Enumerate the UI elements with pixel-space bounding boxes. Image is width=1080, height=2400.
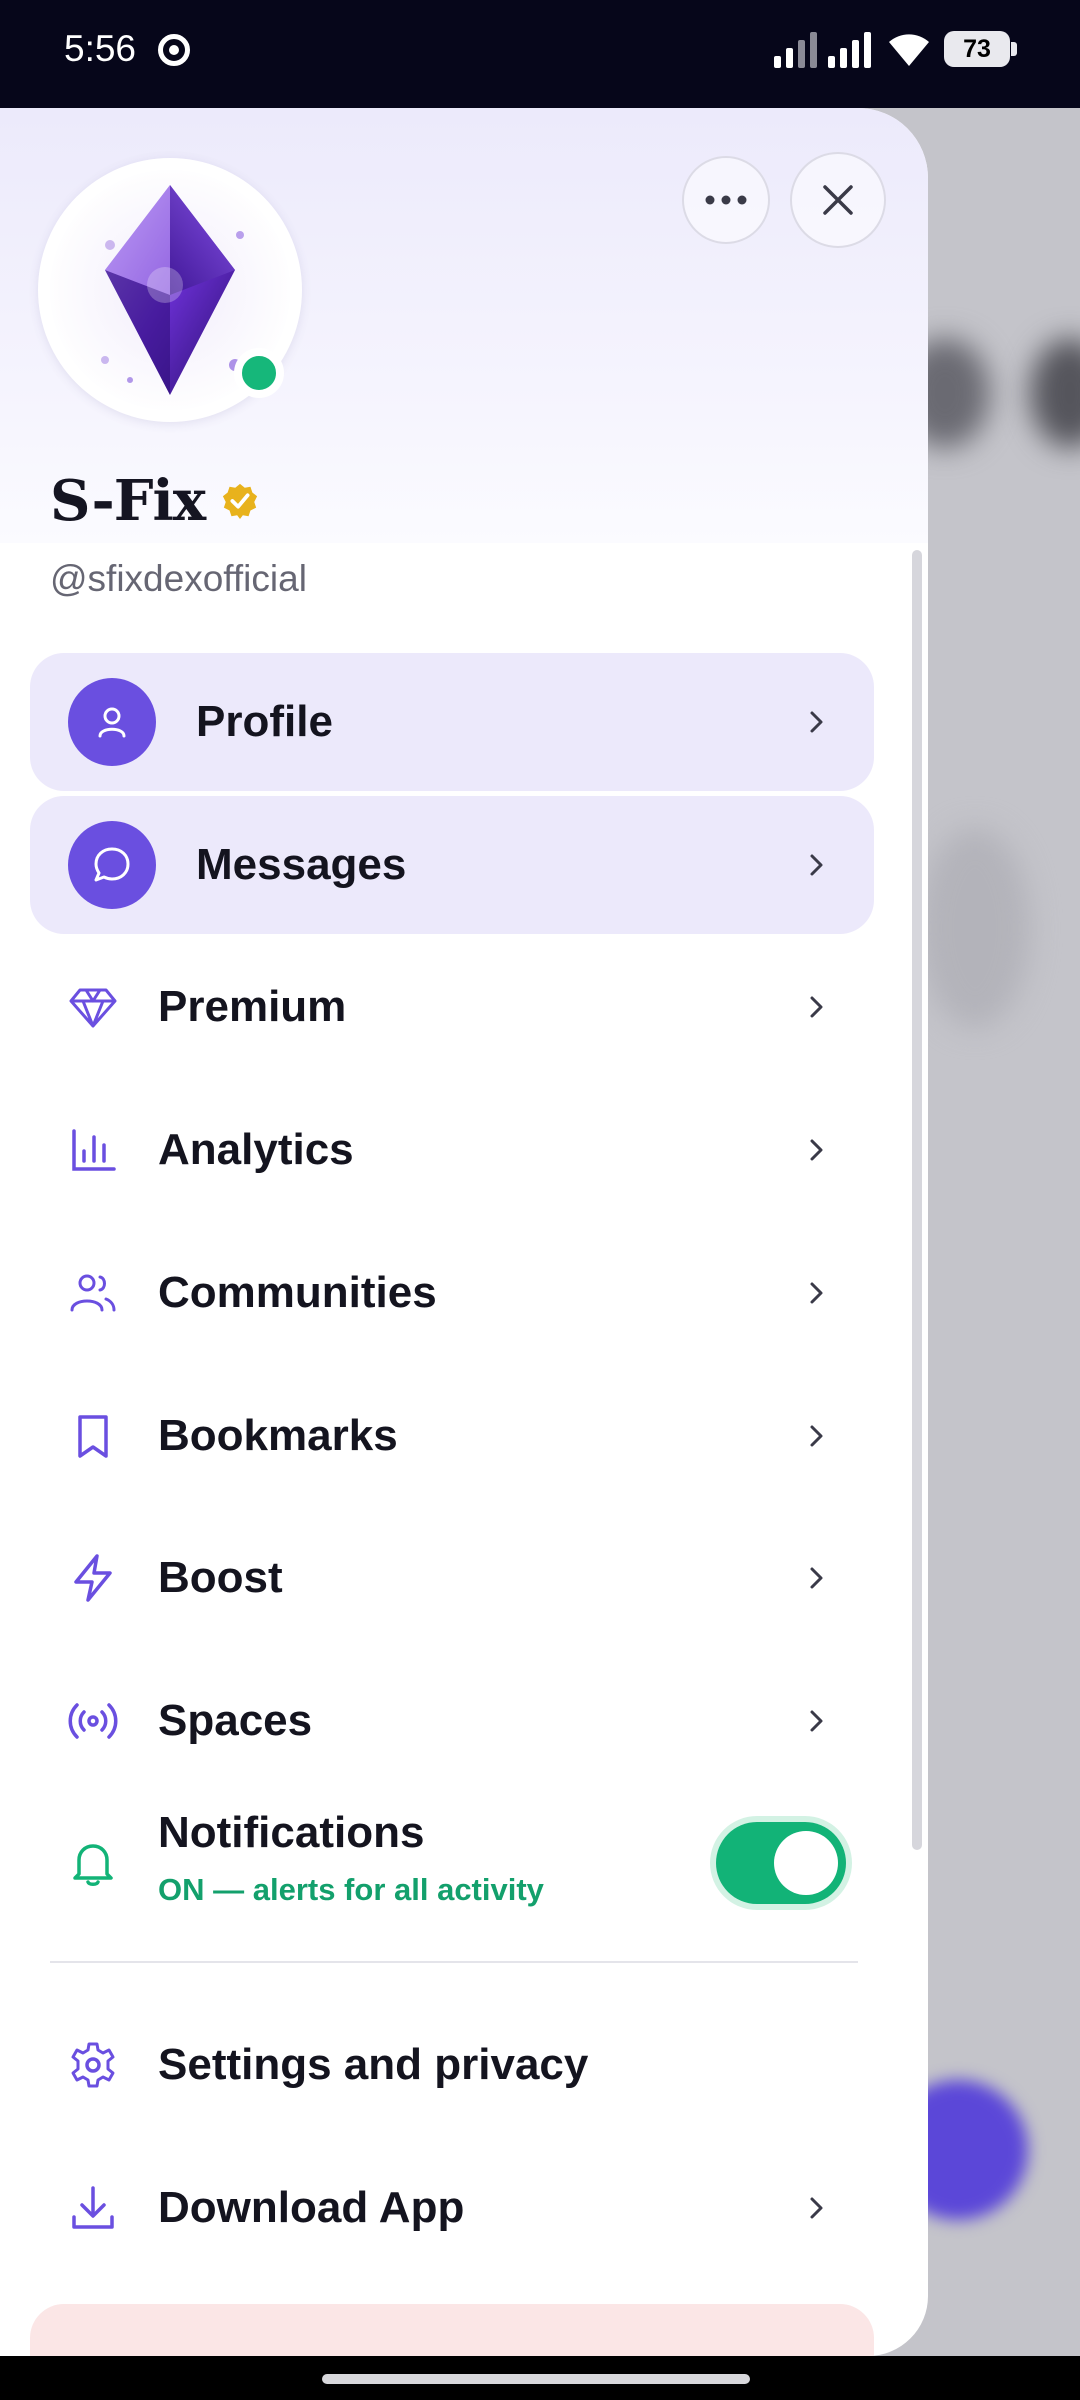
user-icon <box>98 707 126 738</box>
background-card <box>920 828 1030 1028</box>
more-horizontal-icon <box>705 195 747 205</box>
close-drawer-button[interactable] <box>790 152 886 248</box>
online-status-dot <box>234 348 284 398</box>
menu-item-communities[interactable]: Communities <box>30 1224 874 1362</box>
users-icon <box>70 1274 116 1312</box>
gear-icon <box>71 2042 115 2088</box>
side-drawer: S-Fix @sfixdexofficial Profile Messages <box>0 108 928 2356</box>
menu-label-profile: Profile <box>196 697 333 746</box>
drawer-scrollbar[interactable] <box>912 550 922 1850</box>
menu-label-premium: Premium <box>158 982 347 1031</box>
signal-icon-2 <box>828 30 871 68</box>
user-handle: @sfixdexofficial <box>50 558 307 599</box>
chat-bubble-icon <box>94 847 130 882</box>
menu-item-profile[interactable]: Profile <box>30 653 874 791</box>
display-name: S-Fix <box>50 468 206 534</box>
menu-item-boost[interactable]: Boost <box>30 1509 874 1647</box>
toggle-knob <box>774 1831 838 1895</box>
lightning-icon <box>74 1554 112 1602</box>
menu-label-notifications: Notifications <box>158 1808 425 1857</box>
menu-label-boost: Boost <box>158 1553 283 1602</box>
chevron-right-icon <box>810 1567 823 1589</box>
more-options-button[interactable] <box>682 156 770 244</box>
menu-item-premium[interactable]: Premium <box>30 938 874 1076</box>
menu-label-messages: Messages <box>196 840 407 889</box>
battery-indicator: 73 <box>944 31 1017 67</box>
signal-icon <box>774 30 817 68</box>
status-bar: 5:56 73 <box>0 0 1080 108</box>
logout-button-partial[interactable] <box>30 2304 874 2356</box>
bookmark-icon <box>78 1415 108 1458</box>
chevron-right-icon <box>810 711 823 733</box>
messages-icon-circle <box>68 821 156 909</box>
verified-badge-icon <box>223 483 258 520</box>
status-time: 5:56 <box>64 28 137 69</box>
broadcast-icon <box>68 1703 118 1739</box>
battery-level: 73 <box>963 34 991 63</box>
display-name-row: S-Fix <box>50 468 259 534</box>
bell-icon <box>73 1844 113 1886</box>
menu-item-spaces[interactable]: Spaces <box>30 1652 874 1790</box>
menu-label-analytics: Analytics <box>158 1125 354 1174</box>
download-icon <box>72 2186 114 2229</box>
menu-item-analytics[interactable]: Analytics <box>30 1081 874 1219</box>
chrome-notification-icon <box>158 34 190 66</box>
chevron-right-icon <box>810 996 823 1018</box>
close-icon <box>823 185 853 215</box>
wifi-icon <box>889 34 929 66</box>
menu-label-communities: Communities <box>158 1268 437 1317</box>
menu-label-bookmarks: Bookmarks <box>158 1411 398 1460</box>
menu-item-notifications[interactable]: Notifications ON — alerts for all activi… <box>30 1788 874 1938</box>
notifications-status-text: ON — alerts for all activity <box>158 1872 544 1907</box>
menu-label-spaces: Spaces <box>158 1696 313 1745</box>
chevron-right-icon <box>810 854 823 876</box>
chevron-right-icon <box>810 1425 823 1447</box>
profile-icon-circle <box>68 678 156 766</box>
background-avatar-2 <box>1030 338 1080 448</box>
chevron-right-icon <box>810 1710 823 1732</box>
menu-label-download: Download App <box>158 2183 465 2232</box>
menu-item-messages[interactable]: Messages <box>30 796 874 934</box>
chevron-right-icon <box>810 2197 823 2219</box>
menu-item-bookmarks[interactable]: Bookmarks <box>30 1367 874 1505</box>
notifications-toggle[interactable] <box>716 1822 846 1904</box>
menu-label-settings: Settings and privacy <box>158 2040 589 2089</box>
menu-item-settings[interactable]: Settings and privacy <box>30 1996 874 2134</box>
menu-item-download-app[interactable]: Download App <box>30 2139 874 2277</box>
chevron-right-icon <box>810 1139 823 1161</box>
home-indicator[interactable] <box>322 2374 750 2384</box>
chevron-right-icon <box>810 1282 823 1304</box>
diamond-icon <box>69 988 117 1028</box>
menu-divider <box>50 1961 858 1963</box>
bar-chart-icon <box>72 1129 116 1171</box>
